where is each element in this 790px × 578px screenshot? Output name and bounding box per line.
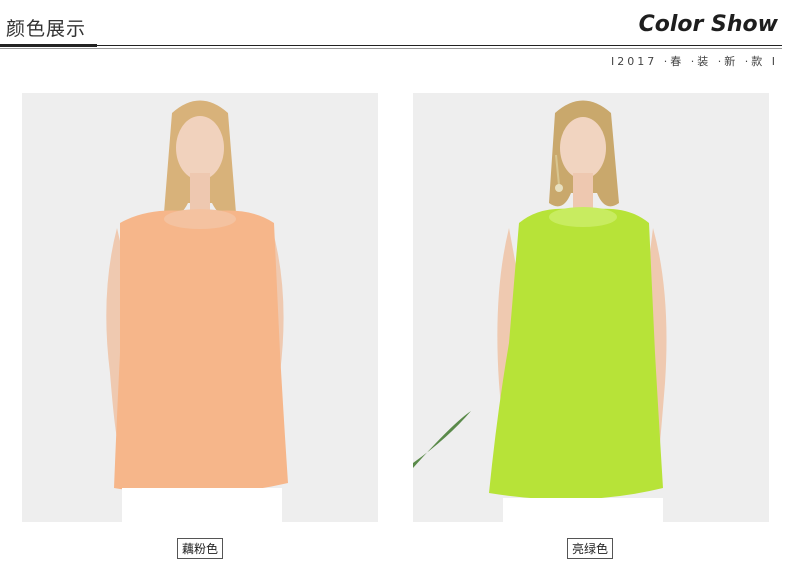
season-tagline: I2017 ·春 ·装 ·新 ·款 I [611,55,778,68]
product-photo-green[interactable] [413,93,769,522]
color-label-green[interactable]: 亮绿色 [567,538,614,559]
product-photo-pink[interactable] [22,93,378,522]
color-label-pink[interactable]: 藕粉色 [177,538,224,559]
header-rule-thick [0,44,97,47]
section-title-cn: 颜色展示 [6,18,87,40]
section-title-en: Color Show [638,12,778,37]
header-rule-thin [97,45,782,46]
header-rule-thin-lower [0,48,782,49]
